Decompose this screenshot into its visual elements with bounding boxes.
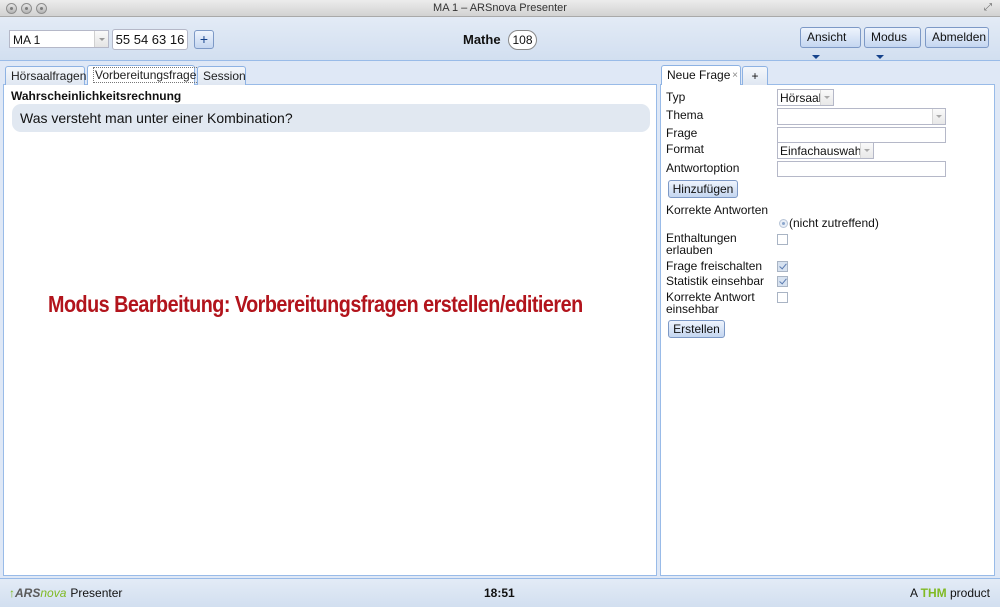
mode-menu-label: Modus bbox=[871, 30, 908, 44]
thm-credit: A THM product bbox=[910, 586, 990, 600]
session-code: 55 54 63 16 bbox=[112, 29, 188, 50]
chevron-down-icon[interactable] bbox=[94, 31, 108, 47]
type-label: Typ bbox=[666, 90, 686, 104]
editor-tabbar: Neue Frage × + bbox=[660, 64, 995, 85]
answer-option-input[interactable] bbox=[777, 161, 946, 177]
question-label: Frage bbox=[666, 126, 698, 140]
questions-panel: Hörsaalfragen Vorbereitungsfragen Sessio… bbox=[3, 64, 657, 576]
logout-button[interactable]: Abmelden bbox=[925, 27, 989, 48]
question-item[interactable]: Was versteht man unter einer Kombination… bbox=[12, 104, 650, 132]
correct-answers-label: Korrekte Antworten bbox=[666, 203, 769, 217]
course-name: Mathe bbox=[463, 32, 501, 47]
session-select[interactable]: MA 1 bbox=[9, 30, 109, 48]
format-select[interactable]: Einfachauswahl bbox=[777, 142, 874, 159]
statistics-label: Statistik einsehbar bbox=[666, 274, 765, 288]
view-menu-label: Ansicht bbox=[807, 30, 847, 44]
logo-presenter-text: Presenter bbox=[70, 586, 123, 600]
thm-brand: THM bbox=[920, 586, 947, 600]
question-editor-panel: Neue Frage × + Typ Hörsaal Thema Frage F… bbox=[660, 64, 995, 576]
view-menu-button[interactable]: Ansicht bbox=[800, 27, 861, 59]
annotation-caption: Modus Bearbeitung: Vorbereitungsfragen e… bbox=[48, 291, 583, 317]
chevron-down-icon[interactable] bbox=[932, 109, 945, 124]
type-select[interactable]: Hörsaal bbox=[777, 89, 834, 106]
clock: 18:51 bbox=[484, 586, 515, 600]
mode-menu-button[interactable]: Modus bbox=[864, 27, 921, 59]
fullscreen-icon[interactable]: ⤢ bbox=[984, 3, 994, 13]
tab-label: Hörsaalfragen bbox=[11, 69, 87, 83]
dropdown-arrow-icon bbox=[812, 54, 820, 59]
correct-answer-radio-label: (nicht zutreffend) bbox=[789, 216, 879, 230]
new-question-form: Typ Hörsaal Thema Frage Format Einfachau… bbox=[660, 85, 995, 576]
thm-credit-prefix: A bbox=[909, 586, 918, 600]
statistics-checkbox[interactable] bbox=[777, 276, 788, 287]
format-select-value: Einfachauswahl bbox=[780, 144, 865, 158]
category-title: Wahrscheinlichkeitsrechnung bbox=[11, 89, 182, 103]
tab-label: Vorbereitungsfragen bbox=[93, 67, 206, 83]
topic-select[interactable] bbox=[777, 108, 946, 125]
logo-nova-text: nova bbox=[40, 586, 67, 600]
create-question-button[interactable]: Erstellen bbox=[668, 320, 725, 338]
tab-vorbereitungsfragen[interactable]: Vorbereitungsfragen bbox=[87, 65, 206, 85]
status-bar: ↑ARSnova Presenter 18:51 A THM product bbox=[0, 578, 1000, 607]
session-select-value: MA 1 bbox=[13, 33, 41, 47]
answer-option-label: Antwortoption bbox=[666, 161, 740, 175]
questions-list: Wahrscheinlichkeitsrechnung Was versteht… bbox=[3, 85, 657, 576]
tab-label: Session bbox=[203, 69, 246, 83]
abstentions-checkbox[interactable] bbox=[777, 234, 788, 245]
add-session-button[interactable]: + bbox=[194, 30, 214, 49]
correct-visible-label-line2: einsehbar bbox=[666, 302, 719, 316]
dropdown-arrow-icon bbox=[876, 54, 884, 59]
arsnova-logo: ↑ARSnova Presenter bbox=[9, 586, 122, 600]
window-titlebar: MA 1 – ARSnova Presenter ⤢ bbox=[0, 0, 1000, 17]
window-title: MA 1 – ARSnova Presenter bbox=[433, 2, 567, 14]
close-tab-icon[interactable]: × bbox=[732, 66, 738, 85]
main-toolbar: MA 1 55 54 63 16 + Mathe 108 Ansicht Mod… bbox=[0, 17, 1000, 61]
add-answer-button[interactable]: Hinzufügen bbox=[668, 180, 738, 198]
release-label: Frage freischalten bbox=[666, 259, 763, 273]
tab-session[interactable]: Session bbox=[197, 66, 246, 85]
topic-label: Thema bbox=[666, 108, 704, 122]
correct-answer-radio[interactable] bbox=[779, 219, 788, 228]
correct-visible-checkbox[interactable] bbox=[777, 292, 788, 303]
format-label: Format bbox=[666, 142, 705, 156]
question-input[interactable] bbox=[777, 127, 946, 143]
type-select-value: Hörsaal bbox=[780, 91, 822, 105]
logo-ars-text: ARS bbox=[15, 586, 41, 600]
chevron-down-icon[interactable] bbox=[820, 90, 833, 105]
release-checkbox[interactable] bbox=[777, 261, 788, 272]
abstentions-label-line2: erlauben bbox=[666, 243, 713, 257]
questions-tabbar: Hörsaalfragen Vorbereitungsfragen Sessio… bbox=[3, 64, 657, 85]
tab-neue-frage[interactable]: Neue Frage × bbox=[661, 65, 741, 85]
add-tab-button[interactable]: + bbox=[742, 66, 768, 85]
participant-count-badge: 108 bbox=[508, 30, 537, 50]
chevron-down-icon[interactable] bbox=[860, 143, 873, 158]
tab-hoersaalfragen[interactable]: Hörsaalfragen bbox=[5, 66, 87, 85]
tab-label: Neue Frage bbox=[667, 68, 731, 82]
thm-credit-suffix: product bbox=[949, 586, 990, 600]
